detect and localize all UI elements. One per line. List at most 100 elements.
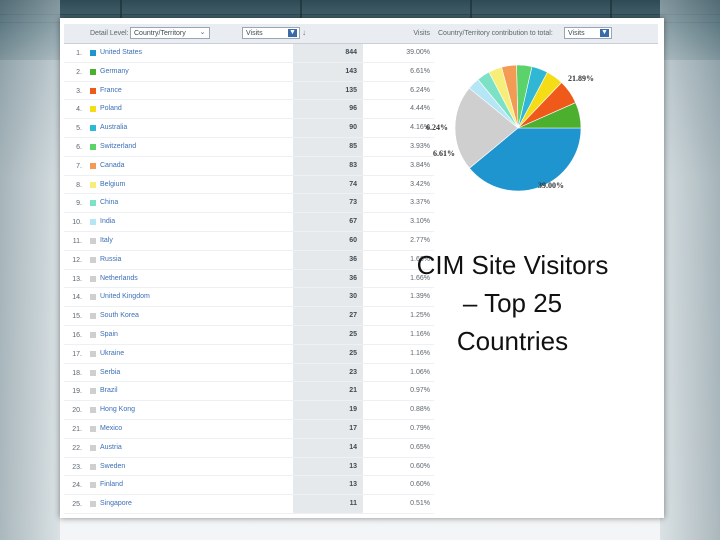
legend-swatch [90, 388, 96, 395]
legend-swatch [90, 181, 96, 188]
dimension-select[interactable]: Country/Territory ⌄ [130, 27, 210, 39]
table-row[interactable]: 2. Germany 143 6.61% [64, 62, 434, 82]
legend-swatch [90, 331, 96, 338]
percent-value: 3.93% [410, 142, 430, 150]
country-link[interactable]: Netherlands [100, 275, 138, 282]
visits-value: 844 [293, 44, 363, 62]
row-number: 6. [76, 143, 82, 151]
table-row[interactable]: 16. Spain 25 1.16% [64, 325, 434, 345]
table-row[interactable]: 11. Italy 60 2.77% [64, 231, 434, 251]
row-number: 17. [72, 350, 82, 358]
chevron-down-icon: ▼ [600, 29, 609, 37]
table-row[interactable]: 15. South Korea 27 1.25% [64, 307, 434, 326]
visits-value: 85 [293, 137, 363, 156]
table-row[interactable]: 5. Australia 90 4.16% [64, 119, 434, 138]
table-row[interactable]: 7. Canada 83 3.84% [64, 156, 434, 176]
sort-descending-icon[interactable]: ↓ [302, 28, 306, 37]
chevron-down-icon: ⌄ [199, 29, 206, 36]
country-link[interactable]: Switzerland [100, 143, 136, 150]
pie-metric-select[interactable]: Visits ▼ [564, 27, 612, 39]
legend-swatch [90, 68, 96, 75]
table-row[interactable]: 9. China 73 3.37% [64, 194, 434, 214]
country-link[interactable]: Serbia [100, 369, 120, 376]
visits-value: 83 [293, 156, 363, 175]
country-link[interactable]: Austria [100, 444, 122, 451]
table-row[interactable]: 1. United States 844 39.00% [64, 44, 434, 63]
table-row[interactable]: 10. India 67 3.10% [64, 213, 434, 232]
percent-value: 1.06% [410, 368, 430, 376]
table-row[interactable]: 12. Russia 36 1.66% [64, 250, 434, 270]
country-link[interactable]: United Kingdom [100, 293, 150, 300]
table-row[interactable]: 4. Poland 96 4.44% [64, 100, 434, 120]
table-row[interactable]: 25. Singapore 11 0.51% [64, 495, 434, 514]
table-row[interactable]: 3. France 135 6.24% [64, 81, 434, 101]
table-row[interactable]: 6. Switzerland 85 3.93% [64, 137, 434, 157]
country-link[interactable]: Finland [100, 481, 123, 488]
visits-value: 27 [293, 307, 363, 325]
row-number: 15. [72, 313, 82, 321]
country-link[interactable]: Italy [100, 237, 113, 244]
slide-title-line: CIM Site Visitors [416, 250, 609, 280]
pie-header: Country/Territory contribution to total:… [434, 24, 658, 44]
legend-swatch [90, 256, 96, 263]
table-row[interactable]: 24. Finland 13 0.60% [64, 476, 434, 496]
country-link[interactable]: Russia [100, 256, 121, 263]
percent-value: 0.97% [410, 387, 430, 395]
country-link[interactable]: Sweden [100, 463, 125, 470]
country-link[interactable]: Canada [100, 162, 125, 169]
table-row[interactable]: 13. Netherlands 36 1.66% [64, 269, 434, 289]
legend-swatch [90, 369, 96, 376]
table-row[interactable]: 17. Ukraine 25 1.16% [64, 344, 434, 364]
row-number: 2. [76, 68, 82, 76]
table-row[interactable]: 23. Sweden 13 0.60% [64, 457, 434, 477]
country-link[interactable]: Singapore [100, 500, 132, 507]
table-row[interactable]: 22. Austria 14 0.65% [64, 438, 434, 458]
row-number: 8. [76, 181, 82, 189]
country-link[interactable]: Brazil [100, 387, 118, 394]
table-row[interactable]: 18. Serbia 23 1.06% [64, 363, 434, 383]
table-row[interactable]: 19. Brazil 21 0.97% [64, 382, 434, 402]
country-link[interactable]: Spain [100, 331, 118, 338]
row-number: 9. [76, 200, 82, 208]
country-link[interactable]: South Korea [100, 312, 139, 319]
row-number: 16. [72, 331, 82, 339]
table-row[interactable]: 14. United Kingdom 30 1.39% [64, 288, 434, 308]
visits-value: 90 [293, 119, 363, 137]
visits-value: 73 [293, 194, 363, 213]
visits-column-header[interactable]: Visits [413, 30, 430, 37]
visits-value: 30 [293, 288, 363, 307]
row-number: 22. [72, 444, 82, 452]
row-number: 12. [72, 256, 82, 264]
metric-select[interactable]: Visits ▼ [242, 27, 300, 39]
country-link[interactable]: France [100, 87, 122, 94]
legend-swatch [90, 463, 96, 470]
country-link[interactable]: Germany [100, 68, 129, 75]
visits-value: 21 [293, 382, 363, 401]
table-row[interactable]: 8. Belgium 74 3.42% [64, 175, 434, 195]
row-number: 13. [72, 275, 82, 283]
row-number: 3. [76, 87, 82, 95]
legend-swatch [90, 143, 96, 150]
country-link[interactable]: Belgium [100, 181, 125, 188]
visits-value: 135 [293, 81, 363, 100]
country-link[interactable]: Hong Kong [100, 406, 135, 413]
legend-swatch [90, 482, 96, 489]
table-row[interactable]: 21. Mexico 17 0.79% [64, 419, 434, 439]
legend-swatch [90, 200, 96, 207]
country-link[interactable]: Poland [100, 105, 122, 112]
percent-value: 4.16% [410, 124, 430, 132]
table-row[interactable]: 20. Hong Kong 19 0.88% [64, 401, 434, 420]
legend-swatch [90, 407, 96, 414]
country-link[interactable]: United States [100, 49, 142, 56]
legend-swatch [90, 106, 96, 113]
country-link[interactable]: India [100, 218, 115, 225]
country-link[interactable]: Mexico [100, 425, 122, 432]
legend-swatch [90, 275, 96, 282]
country-link[interactable]: Australia [100, 124, 127, 131]
pie-header-label: Country/Territory contribution to total: [438, 30, 553, 37]
percent-value: 0.60% [410, 462, 430, 470]
country-link[interactable]: Ukraine [100, 350, 124, 357]
row-number: 1. [76, 50, 82, 57]
country-link[interactable]: China [100, 199, 118, 206]
legend-swatch [90, 444, 96, 451]
